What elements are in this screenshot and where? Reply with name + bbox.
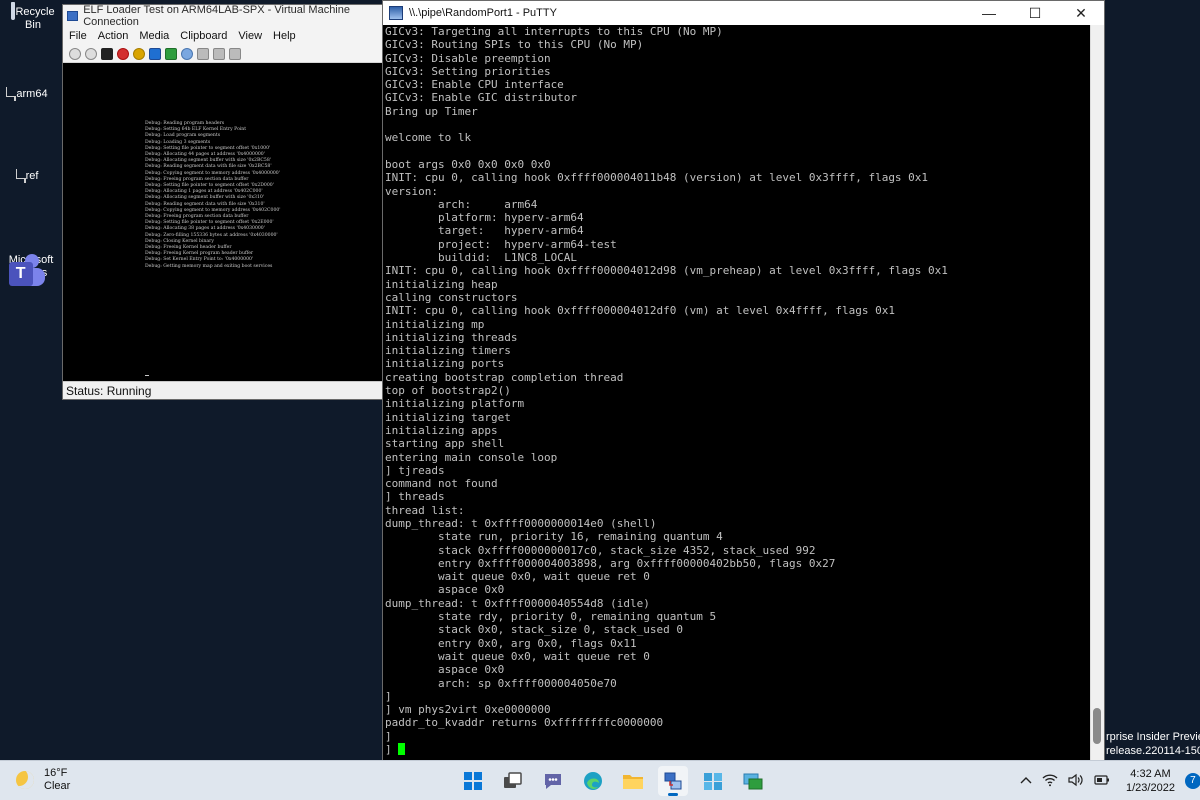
vm-app-button[interactable] xyxy=(738,766,768,796)
file-explorer-icon xyxy=(623,775,643,789)
volume-icon[interactable] xyxy=(1068,773,1084,790)
desktop-icon-recycle-bin[interactable]: Recycle Bin xyxy=(2,2,64,32)
task-view-button[interactable] xyxy=(498,766,528,796)
vm-display[interactable]: Debug: Reading program headers Debug: Se… xyxy=(63,63,383,383)
menu-file[interactable]: File xyxy=(69,30,87,42)
terminal-text: GICv3: Targeting all interrupts to this … xyxy=(385,25,948,757)
reset-icon[interactable] xyxy=(181,47,193,60)
desktop-icon-label: Recycle Bin xyxy=(15,6,55,31)
store-icon xyxy=(743,773,763,790)
menu-view[interactable]: View xyxy=(238,30,262,42)
desktop-icon-ref[interactable]: ref xyxy=(0,169,62,183)
weather-widget[interactable]: 16°F Clear xyxy=(16,767,70,793)
task-view-icon xyxy=(504,772,522,788)
taskbar-clock[interactable]: 4:32 AM 1/23/2022 xyxy=(1126,767,1175,795)
pause-icon[interactable] xyxy=(149,47,161,60)
vm-toolbar xyxy=(63,45,383,63)
terminal-button[interactable] xyxy=(698,766,728,796)
vm-titlebar[interactable]: ELF Loader Test on ARM64LAB-SPX - Virtua… xyxy=(63,4,383,28)
wifi-icon[interactable] xyxy=(1042,773,1058,790)
menu-help[interactable]: Help xyxy=(273,30,296,42)
close-button[interactable]: ✕ xyxy=(1058,1,1104,25)
checkpoint-icon[interactable] xyxy=(197,47,209,60)
vm-boot-log: Debug: Reading program headers Debug: Se… xyxy=(145,121,281,269)
terminal-scrollbar[interactable] xyxy=(1090,25,1104,762)
scrollbar-thumb[interactable] xyxy=(1093,708,1101,744)
edge-icon xyxy=(584,772,602,790)
taskbar: 16°F Clear 4:32 AM 1/23/2022 7 xyxy=(0,760,1200,800)
ctrl-alt-del-icon[interactable] xyxy=(69,47,81,60)
file-icon xyxy=(23,169,26,183)
desktop-icon-arm64[interactable]: arm64 xyxy=(0,87,62,101)
enhanced-session-icon[interactable] xyxy=(229,47,241,60)
save-state-icon[interactable] xyxy=(133,47,145,60)
putty-window[interactable]: \\.\pipe\RandomPort1 - PuTTY — ☐ ✕ GICv3… xyxy=(382,0,1105,762)
vm-app-icon xyxy=(67,11,79,21)
os-build-watermark: rprise Insider Preview release.220114-15… xyxy=(1106,730,1200,758)
system-tray: 4:32 AM 1/23/2022 7 xyxy=(1020,761,1200,800)
desktop-icon-label: ref xyxy=(25,170,39,182)
revert-icon[interactable] xyxy=(213,47,225,60)
watermark-line-1: rprise Insider Preview xyxy=(1106,731,1200,743)
vm-status-bar: Status: Running xyxy=(63,381,383,399)
start-vm-icon[interactable] xyxy=(85,47,97,60)
terminal-area[interactable]: GICv3: Targeting all interrupts to this … xyxy=(383,25,1091,762)
shut-down-icon[interactable] xyxy=(117,47,129,60)
start-button[interactable] xyxy=(458,766,488,796)
menu-media[interactable]: Media xyxy=(139,30,169,42)
putty-taskbar-button[interactable] xyxy=(658,766,688,796)
start-icon xyxy=(464,772,482,790)
desktop-icon-label: arm64 xyxy=(16,88,48,100)
vm-connection-window[interactable]: ELF Loader Test on ARM64LAB-SPX - Virtua… xyxy=(62,4,384,400)
edge-button[interactable] xyxy=(578,766,608,796)
clock-time: 4:32 AM xyxy=(1130,768,1171,780)
chat-button[interactable] xyxy=(538,766,568,796)
terminal-output: GICv3: Targeting all interrupts to this … xyxy=(385,25,948,756)
clock-date: 1/23/2022 xyxy=(1126,782,1175,794)
minimize-button[interactable]: — xyxy=(966,1,1012,25)
maximize-button[interactable]: ☐ xyxy=(1012,1,1058,25)
desktop-icon-microsoft-teams[interactable]: T Microsoft Teams xyxy=(0,254,62,286)
putty-app-icon[interactable] xyxy=(389,6,403,20)
watermark-line-2: release.220114-1500 xyxy=(1106,745,1200,757)
show-hidden-icons-chevron-up-icon[interactable] xyxy=(1020,774,1032,788)
weather-condition: Clear xyxy=(44,780,71,792)
vm-window-title: ELF Loader Test on ARM64LAB-SPX - Virtua… xyxy=(83,4,350,28)
moon-icon xyxy=(16,771,34,789)
putty-titlebar[interactable]: \\.\pipe\RandomPort1 - PuTTY — ☐ ✕ xyxy=(383,1,1104,25)
chat-icon xyxy=(545,774,561,789)
terminal-icon xyxy=(704,773,722,790)
terminal-cursor xyxy=(398,743,406,756)
menu-action[interactable]: Action xyxy=(98,30,129,42)
menu-clipboard[interactable]: Clipboard xyxy=(180,30,227,42)
vm-menubar: File Action Media Clipboard View Help xyxy=(63,27,383,45)
battery-icon[interactable] xyxy=(1094,774,1110,789)
network-app-icon xyxy=(664,772,682,790)
notification-badge[interactable]: 7 xyxy=(1184,773,1200,789)
weather-temperature: 16°F xyxy=(44,767,68,779)
resume-icon[interactable] xyxy=(165,47,177,60)
turn-off-icon[interactable] xyxy=(101,47,113,60)
file-explorer-button[interactable] xyxy=(618,766,648,796)
taskbar-apps xyxy=(458,766,768,796)
vm-text-cursor xyxy=(145,375,149,376)
putty-window-title: \\.\pipe\RandomPort1 - PuTTY xyxy=(409,7,557,19)
